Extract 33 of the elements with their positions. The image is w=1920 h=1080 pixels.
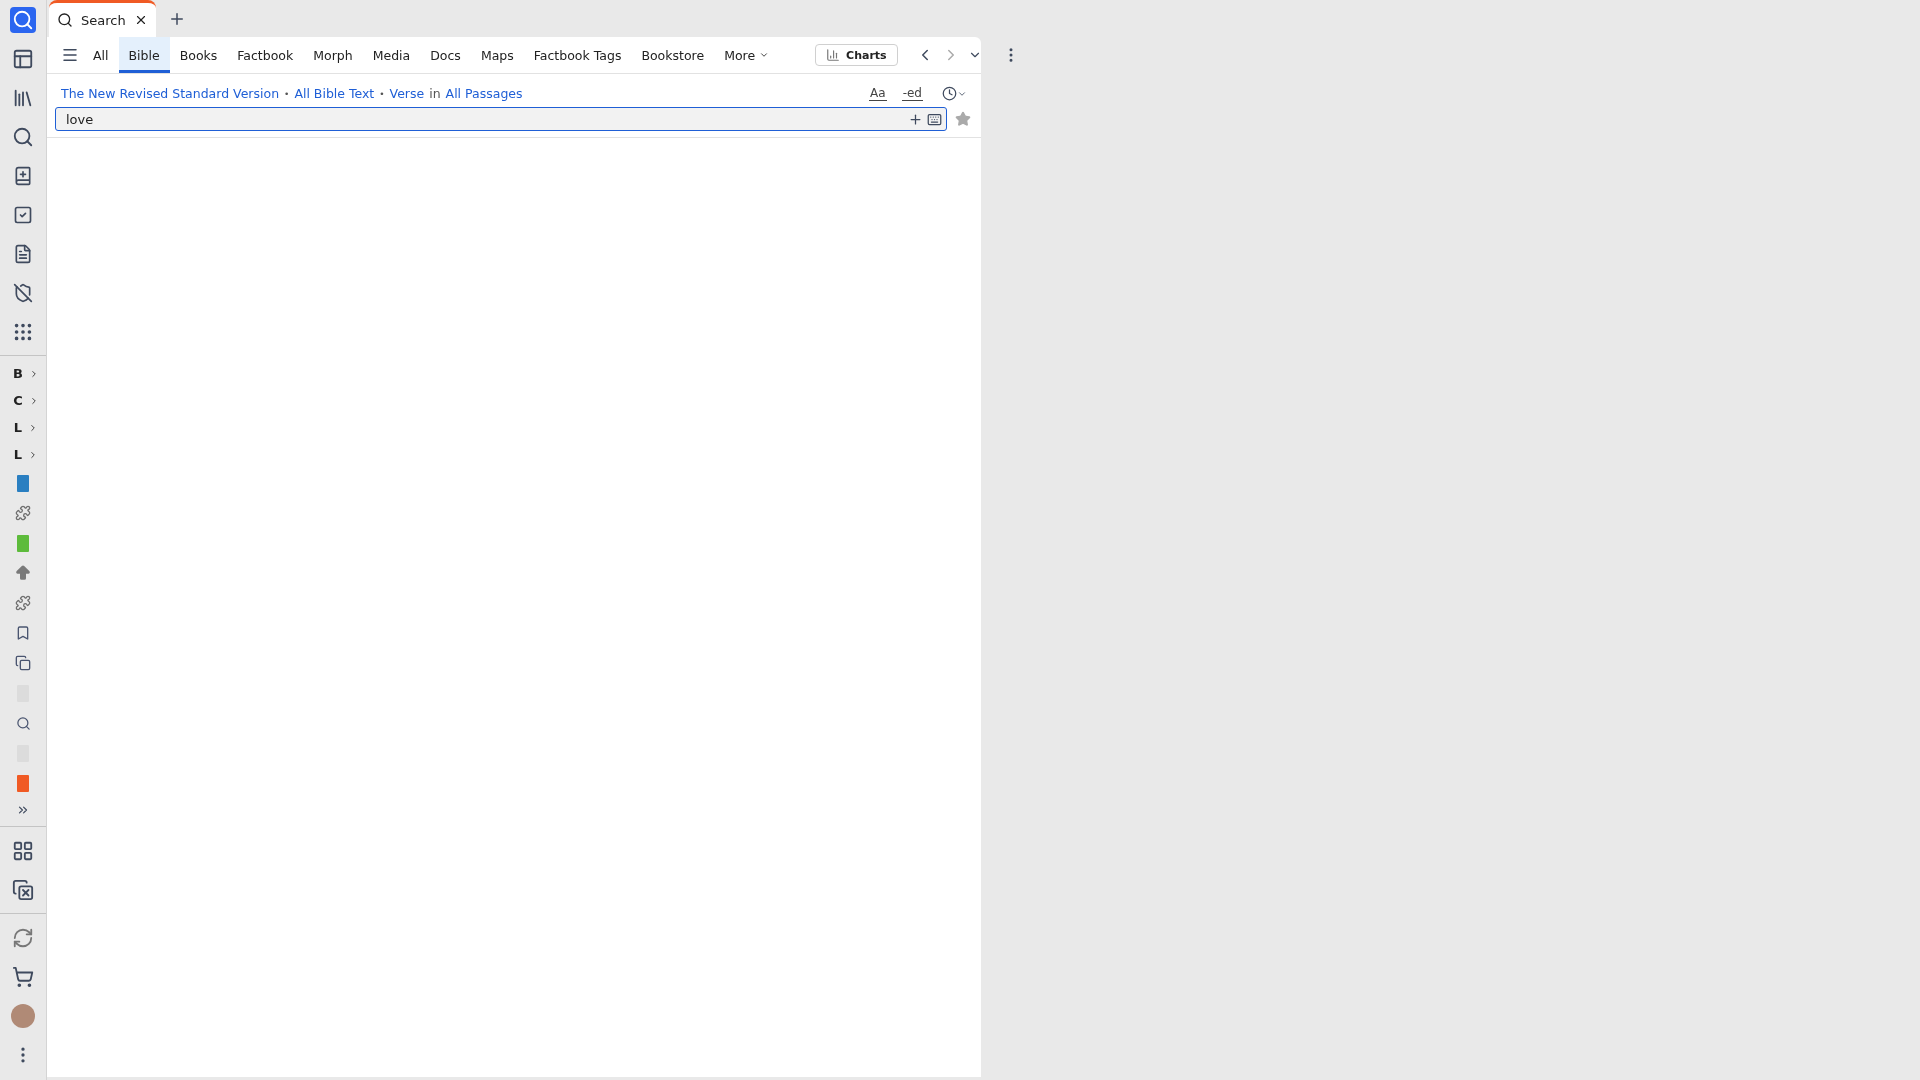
- shortcut-item[interactable]: L: [0, 441, 46, 468]
- category-tab[interactable]: Factbook Tags: [523, 37, 632, 73]
- separator-dot: •: [379, 88, 385, 99]
- search-field[interactable]: love: [55, 107, 947, 131]
- search-icon: [57, 12, 73, 28]
- category-tab[interactable]: All: [83, 37, 119, 73]
- bar-chart-icon: [826, 48, 841, 62]
- scope-link[interactable]: The New Revised Standard Version: [61, 86, 280, 101]
- category-tab[interactable]: Bookstore: [631, 37, 715, 73]
- category-tab[interactable]: Maps: [470, 37, 524, 73]
- scope-link[interactable]: Verse: [389, 86, 425, 101]
- tab[interactable]: Search: [49, 0, 156, 37]
- charts-button[interactable]: Charts: [815, 44, 898, 66]
- separator-dot: •: [284, 88, 290, 99]
- keyboard-icon[interactable]: [927, 111, 942, 127]
- category-tab[interactable]: Media: [362, 37, 421, 73]
- scope-text: in: [429, 86, 441, 101]
- category-tab[interactable]: Books: [169, 37, 228, 73]
- add-icon[interactable]: [908, 111, 923, 127]
- category-tab[interactable]: Bible: [118, 37, 170, 73]
- shortcut-item[interactable]: L: [0, 414, 46, 441]
- shortcut-item[interactable]: C: [0, 387, 46, 414]
- category-tab[interactable]: Morph: [303, 37, 363, 73]
- more-menu[interactable]: More: [714, 37, 780, 73]
- scope-link[interactable]: All Passages: [445, 86, 523, 101]
- category-tab[interactable]: Factbook: [227, 37, 304, 73]
- star-icon[interactable]: [955, 111, 971, 127]
- option-toggle[interactable]: -ed: [901, 86, 923, 101]
- shortcut-item[interactable]: B: [0, 360, 46, 387]
- search-input[interactable]: love: [64, 110, 908, 128]
- category-tab[interactable]: Docs: [420, 37, 471, 73]
- scope-link[interactable]: All Bible Text: [294, 86, 375, 101]
- option-toggle[interactable]: Aa: [869, 86, 887, 101]
